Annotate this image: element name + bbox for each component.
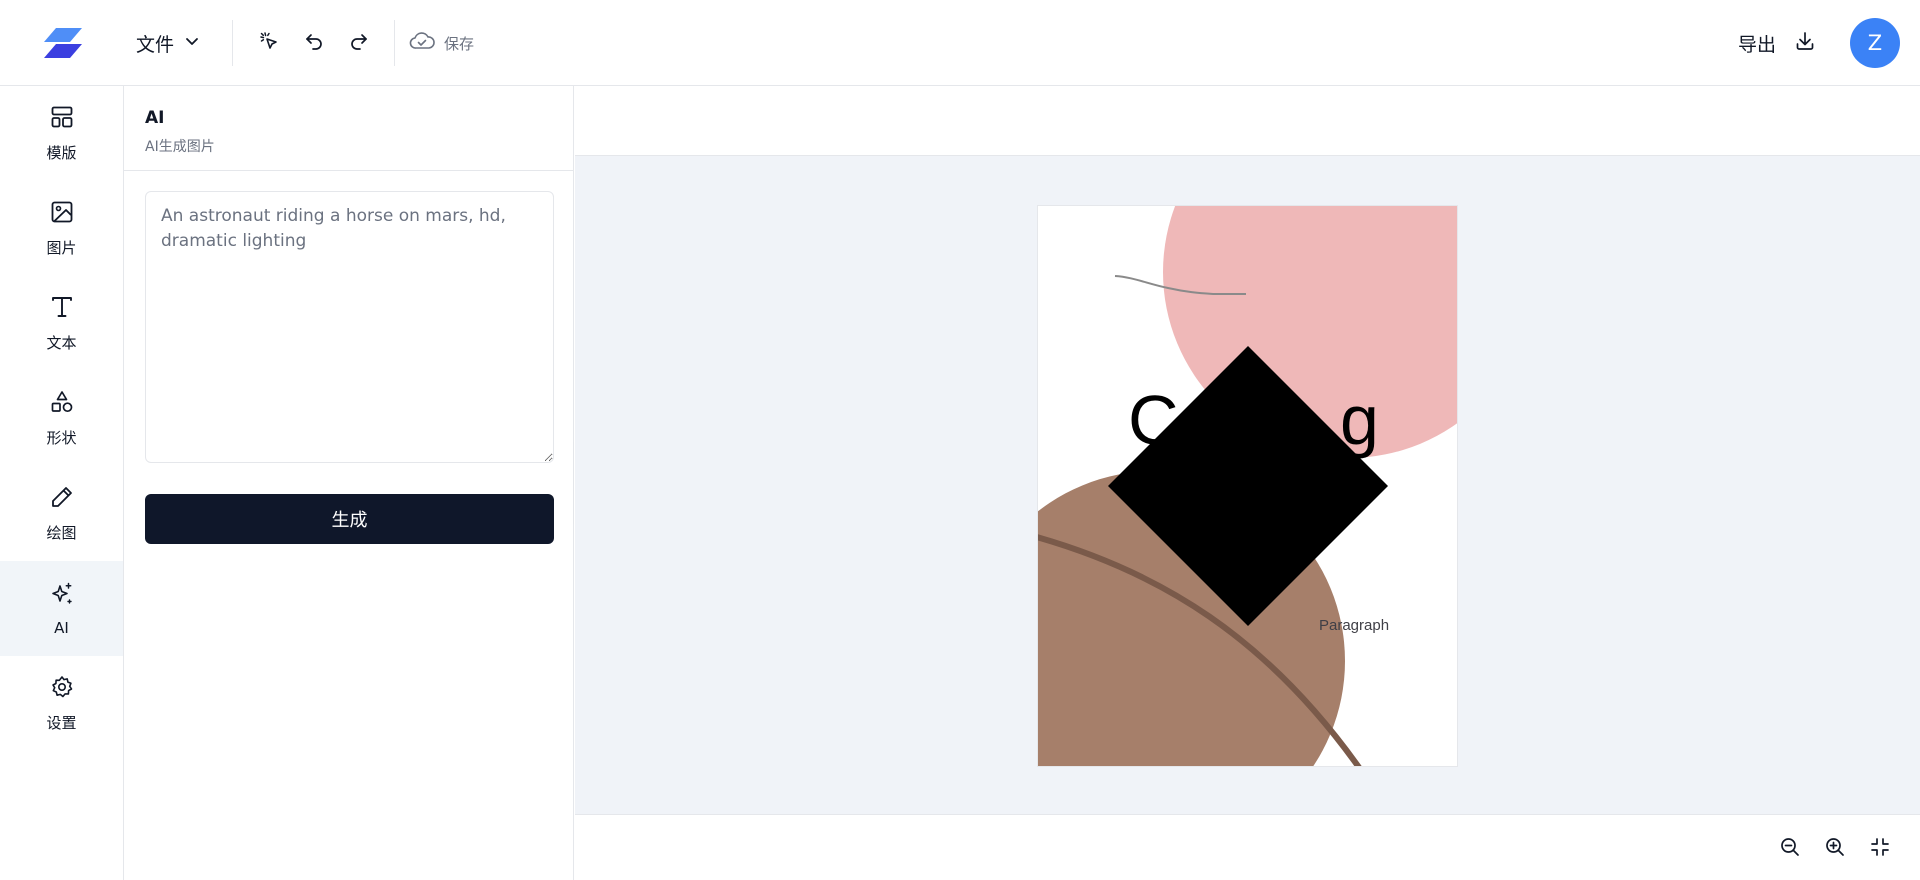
generate-button[interactable]: 生成 (145, 494, 554, 544)
layout-icon (49, 104, 75, 134)
nav-label: 图片 (46, 239, 77, 257)
nav-label: 形状 (46, 429, 77, 447)
nav-item-images[interactable]: 图片 (0, 181, 123, 276)
redo-button[interactable] (344, 28, 374, 58)
paragraph-text[interactable]: Paragraph (1319, 617, 1389, 634)
nav-item-draw[interactable]: 绘图 (0, 466, 123, 561)
panel-subtitle: AI生成图片 (145, 139, 215, 155)
panel-header: AI AI生成图片 (124, 86, 573, 171)
nav-item-ai[interactable]: AI (0, 561, 123, 656)
download-icon (1794, 30, 1816, 57)
text-icon (49, 294, 75, 324)
undo-icon (303, 30, 325, 56)
export-label: 导出 (1738, 33, 1777, 56)
export-button[interactable]: 导出 (1738, 28, 1816, 58)
fit-to-screen-button[interactable] (1865, 834, 1895, 864)
zoom-in-icon (1824, 836, 1846, 862)
redo-icon (348, 30, 370, 56)
design-artboard[interactable]: C g Paragraph (1037, 205, 1458, 767)
chevron-down-icon (184, 33, 200, 53)
nav-label: 设置 (46, 714, 77, 732)
user-avatar[interactable]: Z (1850, 18, 1900, 68)
nav-label: 文本 (46, 334, 77, 352)
file-menu-label: 文件 (136, 33, 175, 56)
toolbar-divider (232, 20, 233, 66)
nav-item-templates[interactable]: 模版 (0, 86, 123, 181)
select-pointer-button[interactable] (254, 28, 284, 58)
nav-item-settings[interactable]: 设置 (0, 656, 123, 751)
save-label: 保存 (444, 34, 475, 53)
image-icon (49, 199, 75, 229)
panel-title: AI (145, 108, 165, 128)
sparkles-icon (49, 581, 75, 611)
shrink-icon (1869, 836, 1891, 862)
ai-panel: AI AI生成图片 生成 (124, 86, 574, 880)
nav-item-shapes[interactable]: 形状 (0, 371, 123, 466)
pointer-click-icon (258, 30, 280, 56)
zoom-out-button[interactable] (1775, 834, 1805, 864)
top-toolbar: 文件 保存 导出 Z (0, 0, 1920, 86)
gear-icon (49, 674, 75, 704)
app-logo-icon[interactable] (42, 26, 84, 60)
toolbar-divider (394, 20, 395, 66)
left-sidebar-nav: 模版 图片 文本 形状 绘图 AI 设置 (0, 86, 124, 880)
nav-label: 模版 (46, 144, 77, 162)
nav-item-text[interactable]: 文本 (0, 276, 123, 371)
zoom-out-icon (1779, 836, 1801, 862)
zoom-in-button[interactable] (1820, 834, 1850, 864)
pencil-icon (49, 484, 75, 514)
file-menu[interactable]: 文件 (136, 26, 200, 60)
cloud-check-icon (408, 30, 436, 56)
save-button[interactable]: 保存 (408, 28, 474, 58)
undo-button[interactable] (299, 28, 329, 58)
nav-label: AI (54, 618, 69, 637)
shapes-icon (49, 389, 75, 419)
ai-prompt-input[interactable] (145, 191, 554, 463)
nav-label: 绘图 (46, 524, 77, 542)
